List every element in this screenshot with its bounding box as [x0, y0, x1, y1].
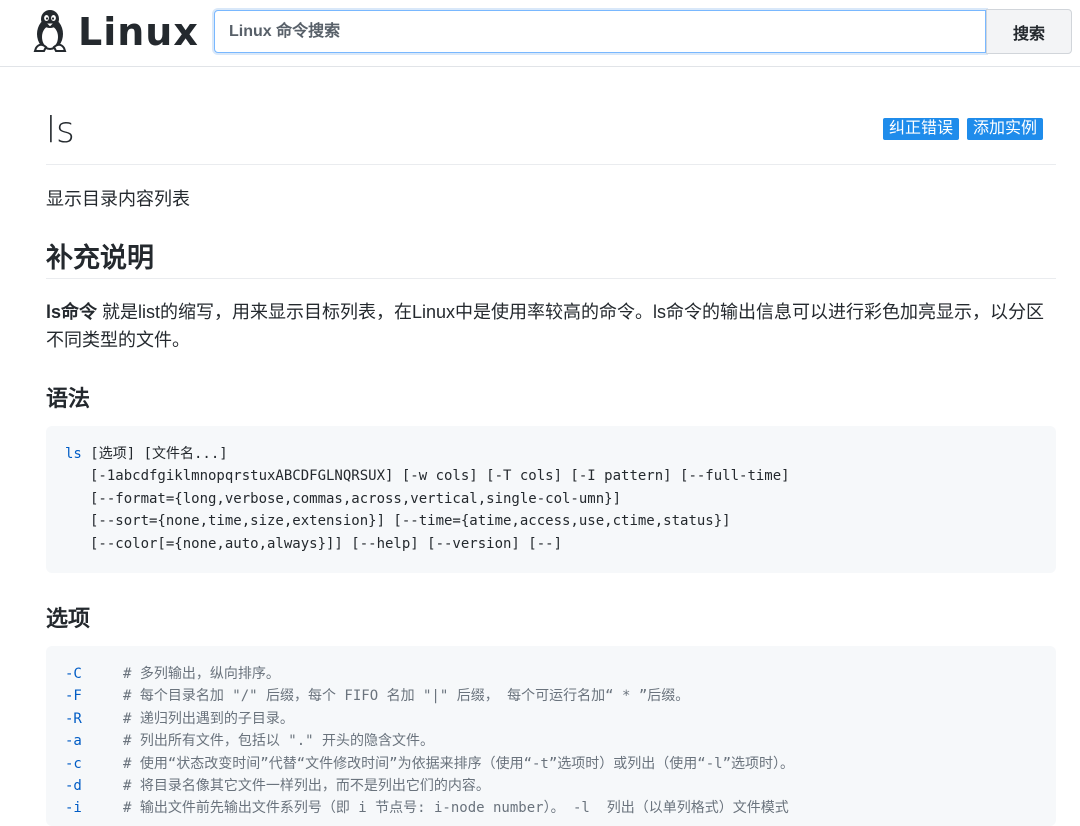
logo-text: Linux	[78, 10, 199, 54]
option-row: -R # 递归列出遇到的子目录。	[65, 708, 1037, 730]
command-name-strong: ls命令	[46, 302, 98, 322]
syntax-code-block: ls [选项] [文件名...] [-1abcdfgiklmnopqrstuxA…	[46, 426, 1056, 573]
title-divider	[46, 164, 1056, 165]
syntax-heading: 语法	[46, 386, 91, 411]
page-title: ls	[46, 110, 75, 151]
tux-penguin-icon	[30, 8, 70, 57]
site-logo[interactable]: Linux	[30, 8, 199, 57]
description-text: 就是list的缩写，用来显示目标列表，在Linux中是使用率较高的命令。ls命令…	[46, 302, 1045, 350]
option-row: -F # 每个目录名加 "/" 后缀，每个 FIFO 名加 "|" 后缀， 每个可…	[65, 685, 1037, 707]
supplement-description: ls命令 就是list的缩写，用来显示目标列表，在Linux中是使用率较高的命令…	[46, 298, 1051, 354]
option-flag: -a	[65, 733, 82, 750]
syntax-sort-line: [--sort={none,time,size,extension}] [--t…	[90, 513, 731, 530]
syntax-line: [-1abcdfgiklmnopqrstuxABCDFGLNQRSUX] [-w…	[65, 465, 1037, 487]
option-comment: # 将目录名像其它文件一样列出，而不是列出它们的内容。	[123, 777, 490, 794]
option-comment: # 多列输出，纵向排序。	[123, 666, 280, 682]
options-code-block: -C # 多列输出，纵向排序。 -F # 每个目录名加 "/" 后缀，每个 FIFO…	[46, 646, 1056, 826]
command-summary: 显示目录内容列表	[46, 189, 190, 209]
option-comment: # 列出所有文件，包括以 "." 开头的隐含文件。	[123, 733, 434, 750]
search-input[interactable]	[214, 10, 986, 53]
syntax-line: [--sort={none,time,size,extension}] [--t…	[65, 510, 1037, 532]
syntax-line: [--color[={none,auto,always}]] [--help] …	[65, 533, 1037, 555]
option-comment: # 输出文件前先输出文件系列号（即 i 节点号: i-node number）。…	[123, 800, 789, 817]
options-heading: 选项	[46, 606, 91, 631]
fix-error-button[interactable]: 纠正错误	[883, 118, 960, 140]
syntax-line: [--format={long,verbose,commas,across,ve…	[65, 488, 1037, 510]
option-row: -a # 列出所有文件，包括以 "." 开头的隐含文件。	[65, 730, 1037, 752]
syntax-line: ls [选项] [文件名...]	[65, 443, 1037, 465]
option-row: -i # 输出文件前先输出文件系列号（即 i 节点号: i-node number…	[65, 797, 1037, 819]
option-flag: -R	[65, 710, 82, 727]
syntax-format-line: [--format={long,verbose,commas,across,ve…	[90, 490, 622, 507]
search-button[interactable]: 搜索	[986, 9, 1072, 54]
add-example-button[interactable]: 添加实例	[967, 118, 1044, 140]
option-comment: # 使用“状态改变时间”代替“文件修改时间”为依据来排序（使用“-t”选项时）或…	[123, 755, 794, 772]
option-flag: -F	[65, 688, 82, 705]
option-flag: -C	[65, 666, 82, 682]
supplement-heading: 补充说明	[46, 243, 154, 273]
option-comment: # 每个目录名加 "/" 后缀，每个 FIFO 名加 "|" 后缀， 每个可运行…	[123, 688, 690, 705]
option-flag: -d	[65, 777, 82, 794]
option-comment: # 递归列出遇到的子目录。	[123, 710, 294, 727]
syntax-args: [选项] [文件名...]	[81, 446, 228, 462]
top-header: Linux 搜索	[0, 0, 1080, 67]
option-row: -d # 将目录名像其它文件一样列出，而不是列出它们的内容。	[65, 775, 1037, 797]
syntax-color-line: [--color[={none,auto,always}]] [--help] …	[90, 535, 563, 552]
option-row: -c # 使用“状态改变时间”代替“文件修改时间”为依据来排序（使用“-t”选项时…	[65, 753, 1037, 775]
supplement-divider	[46, 278, 1056, 279]
syntax-command: ls	[65, 446, 82, 462]
syntax-options-line: [-1abcdfgiklmnopqrstuxABCDFGLNQRSUX] [-w…	[90, 468, 790, 485]
option-row: -C # 多列输出，纵向排序。	[65, 663, 1037, 685]
option-flag: -c	[65, 755, 82, 772]
option-flag: -i	[65, 800, 82, 817]
